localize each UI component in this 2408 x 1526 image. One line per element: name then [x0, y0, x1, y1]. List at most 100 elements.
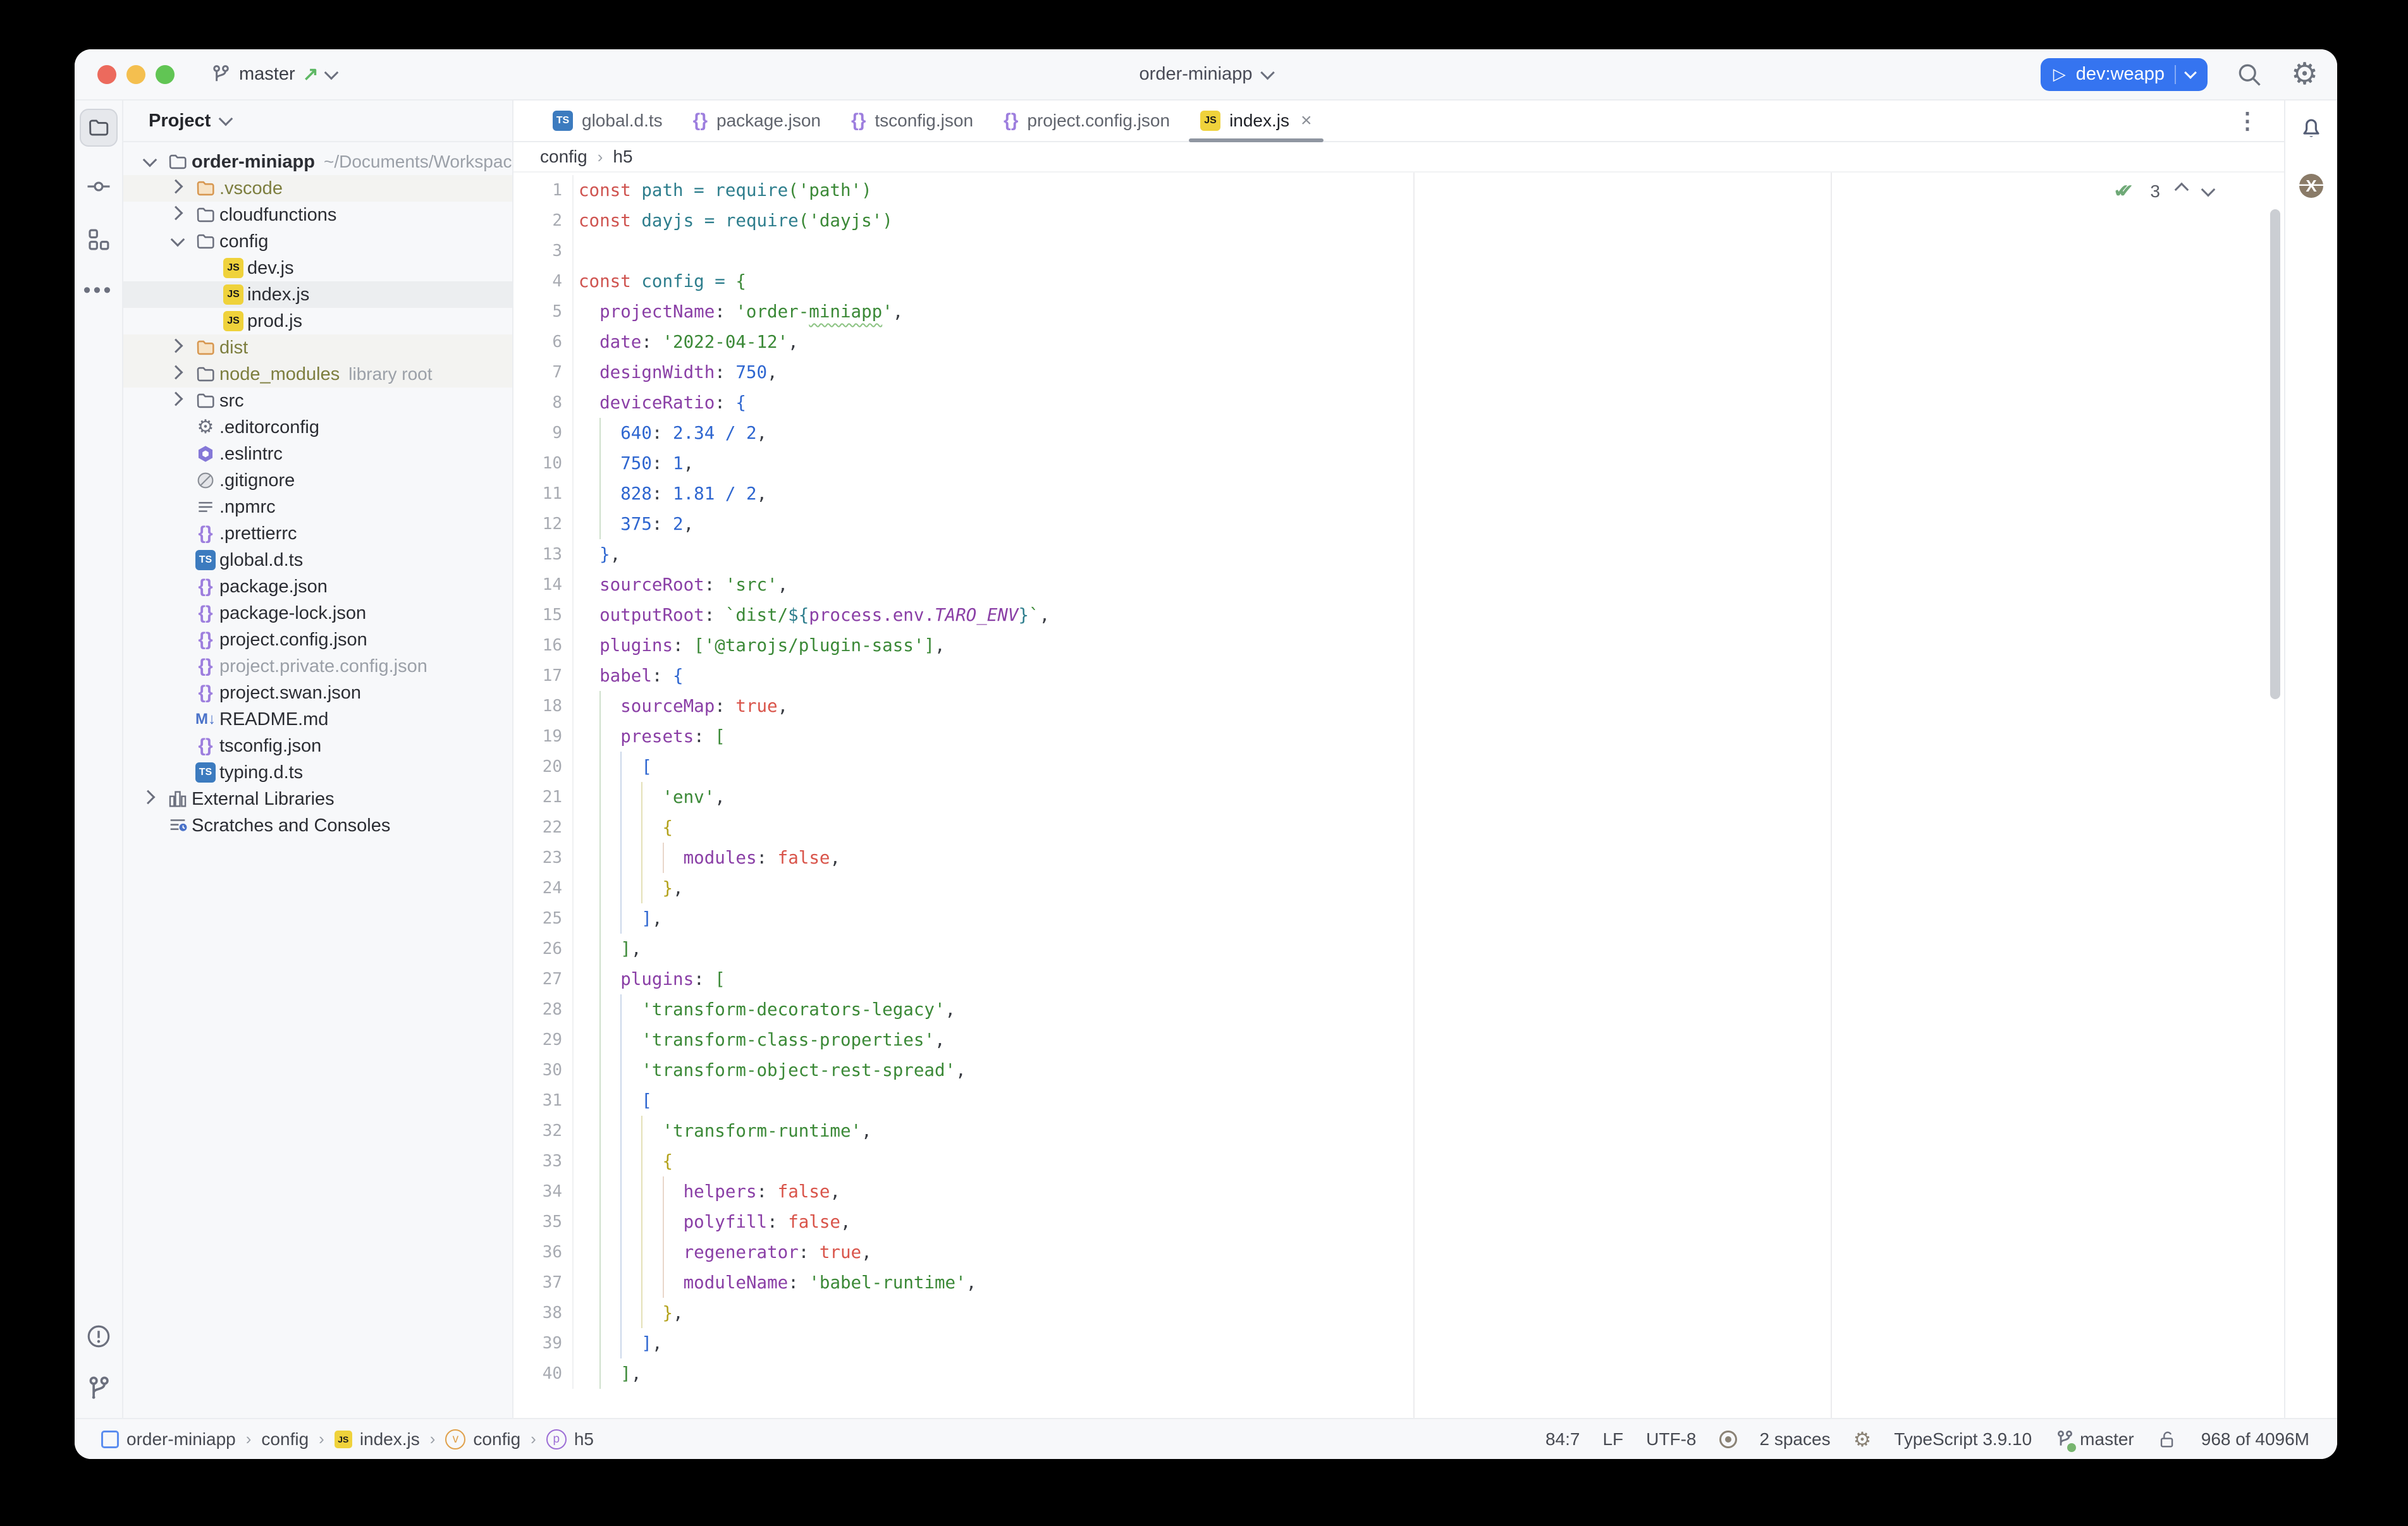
unlocked-icon[interactable] — [2157, 1429, 2178, 1450]
close-window-button[interactable] — [97, 65, 116, 84]
tree-expander[interactable] — [164, 398, 192, 404]
line-number[interactable]: 1 — [513, 175, 574, 205]
code-line-20[interactable]: 20 [ — [513, 752, 2284, 782]
project-panel-header[interactable]: Project — [123, 101, 512, 142]
line-number[interactable]: 28 — [513, 994, 574, 1025]
status-item-TypeScript-3.9.10[interactable]: TypeScript 3.9.10 — [1894, 1429, 2032, 1450]
line-number[interactable]: 3 — [513, 236, 574, 266]
code-line-21[interactable]: 21 'env', — [513, 782, 2284, 812]
tree-expander[interactable] — [136, 159, 164, 165]
minimize-window-button[interactable] — [126, 65, 145, 84]
prev-problem-button[interactable] — [2175, 182, 2189, 197]
code-line-31[interactable]: 31 [ — [513, 1085, 2284, 1116]
tree-item-.editorconfig[interactable]: ⚙.editorconfig — [123, 414, 512, 441]
code-line-40[interactable]: 40 ], — [513, 1358, 2284, 1389]
line-number[interactable]: 21 — [513, 782, 574, 812]
code-line-12[interactable]: 12 375: 2, — [513, 509, 2284, 539]
line-number[interactable]: 7 — [513, 357, 574, 388]
tree-item-dist[interactable]: dist — [123, 334, 512, 361]
line-number[interactable]: 27 — [513, 964, 574, 994]
code-line-32[interactable]: 32 'transform-runtime', — [513, 1116, 2284, 1146]
code-line-2[interactable]: 2const dayjs = require('dayjs') — [513, 205, 2284, 236]
line-number[interactable]: 34 — [513, 1176, 574, 1207]
line-number[interactable]: 36 — [513, 1237, 574, 1267]
tree-item-External Libraries[interactable]: External Libraries — [123, 786, 512, 812]
tree-item-.gitignore[interactable]: .gitignore — [123, 467, 512, 494]
more-tools-button[interactable]: ••• — [83, 278, 114, 303]
line-number[interactable]: 33 — [513, 1146, 574, 1176]
code-line-1[interactable]: 1const path = require('path') — [513, 175, 2284, 205]
code-line-4[interactable]: 4const config = { — [513, 266, 2284, 296]
tree-item-global.d.ts[interactable]: TSglobal.d.ts — [123, 547, 512, 573]
line-number[interactable]: 14 — [513, 570, 574, 600]
code-line-28[interactable]: 28 'transform-decorators-legacy', — [513, 994, 2284, 1025]
line-number[interactable]: 40 — [513, 1358, 574, 1389]
tree-item-.eslintrc[interactable]: .eslintrc — [123, 441, 512, 467]
notifications-bell-button[interactable] — [2297, 113, 2325, 141]
editor-tab-global.d.ts[interactable]: TSglobal.d.ts — [538, 101, 678, 141]
code-line-14[interactable]: 14 sourceRoot: 'src', — [513, 570, 2284, 600]
tree-item-dev.js[interactable]: JSdev.js — [123, 255, 512, 281]
editor-tab-tsconfig.json[interactable]: {}tsconfig.json — [836, 101, 988, 141]
line-number[interactable]: 15 — [513, 600, 574, 630]
code-line-9[interactable]: 9 640: 2.34 / 2, — [513, 418, 2284, 448]
tree-item-project.private.config.json[interactable]: {}project.private.config.json — [123, 653, 512, 680]
tree-expander[interactable] — [164, 212, 192, 218]
code-line-25[interactable]: 25 ], — [513, 903, 2284, 934]
status-item-2-spaces[interactable]: 2 spaces — [1760, 1429, 1831, 1450]
code-line-15[interactable]: 15 outputRoot: `dist/${process.env.TARO_… — [513, 600, 2284, 630]
project-tool-button[interactable] — [80, 109, 118, 147]
tree-item-prod.js[interactable]: JSprod.js — [123, 308, 512, 334]
tree-item-config[interactable]: config — [123, 228, 512, 255]
indent-settings-icon[interactable]: ⚙ — [1853, 1429, 1872, 1450]
line-number[interactable]: 32 — [513, 1116, 574, 1146]
line-number[interactable]: 26 — [513, 934, 574, 964]
tree-item-Scratches and Consoles[interactable]: Scratches and Consoles — [123, 812, 512, 839]
status-breadcrumb-h5[interactable]: ph5 — [546, 1429, 594, 1450]
git-tool-button[interactable] — [85, 1375, 112, 1401]
next-problem-button[interactable] — [2201, 182, 2216, 197]
code-line-5[interactable]: 5 projectName: 'order-miniapp', — [513, 296, 2284, 327]
status-breadcrumb-order-miniapp[interactable]: order-miniapp — [101, 1429, 236, 1450]
line-number[interactable]: 13 — [513, 539, 574, 570]
tree-item-project.swan.json[interactable]: {}project.swan.json — [123, 680, 512, 706]
code-line-30[interactable]: 30 'transform-object-rest-spread', — [513, 1055, 2284, 1085]
tree-item-.npmrc[interactable]: .npmrc — [123, 494, 512, 520]
line-number[interactable]: 11 — [513, 479, 574, 509]
code-line-18[interactable]: 18 sourceMap: true, — [513, 691, 2284, 721]
status-breadcrumb-index.js[interactable]: JSindex.js — [335, 1429, 420, 1450]
line-number[interactable]: 38 — [513, 1298, 574, 1328]
code-line-19[interactable]: 19 presets: [ — [513, 721, 2284, 752]
code-editor[interactable]: 1const path = require('path')2const dayj… — [513, 173, 2284, 1418]
line-number[interactable]: 18 — [513, 691, 574, 721]
line-number[interactable]: 20 — [513, 752, 574, 782]
problems-tool-button[interactable] — [85, 1323, 112, 1350]
line-number[interactable]: 25 — [513, 903, 574, 934]
code-line-24[interactable]: 24 }, — [513, 873, 2284, 903]
tab-options-icon[interactable]: ⋮ — [2236, 107, 2259, 134]
code-line-10[interactable]: 10 750: 1, — [513, 448, 2284, 479]
status-item-84:7[interactable]: 84:7 — [1545, 1429, 1580, 1450]
line-number[interactable]: 4 — [513, 266, 574, 296]
plugin-x-button[interactable]: X — [2299, 174, 2323, 198]
code-line-34[interactable]: 34 helpers: false, — [513, 1176, 2284, 1207]
line-number[interactable]: 2 — [513, 205, 574, 236]
status-item-LF[interactable]: LF — [1602, 1429, 1623, 1450]
tree-item-index.js[interactable]: JSindex.js — [123, 281, 512, 308]
status-item-UTF-8[interactable]: UTF-8 — [1646, 1429, 1696, 1450]
tree-item-.vscode[interactable]: .vscode — [123, 175, 512, 202]
code-line-29[interactable]: 29 'transform-class-properties', — [513, 1025, 2284, 1055]
code-line-3[interactable]: 3 — [513, 236, 2284, 266]
code-line-8[interactable]: 8 deviceRatio: { — [513, 388, 2284, 418]
line-number[interactable]: 10 — [513, 448, 574, 479]
window-title[interactable]: order-miniapp — [1140, 64, 1273, 85]
editor-tab-project.config.json[interactable]: {}project.config.json — [988, 101, 1185, 141]
code-line-16[interactable]: 16 plugins: ['@tarojs/plugin-sass'], — [513, 630, 2284, 661]
status-branch-widget[interactable]: master — [2055, 1429, 2134, 1450]
line-number[interactable]: 6 — [513, 327, 574, 357]
structure-tool-button[interactable] — [85, 226, 112, 253]
status-breadcrumb-config[interactable]: vconfig — [445, 1429, 520, 1450]
code-line-39[interactable]: 39 ], — [513, 1328, 2284, 1358]
code-line-7[interactable]: 7 designWidth: 750, — [513, 357, 2284, 388]
run-options-chevron-icon[interactable] — [2184, 66, 2197, 79]
